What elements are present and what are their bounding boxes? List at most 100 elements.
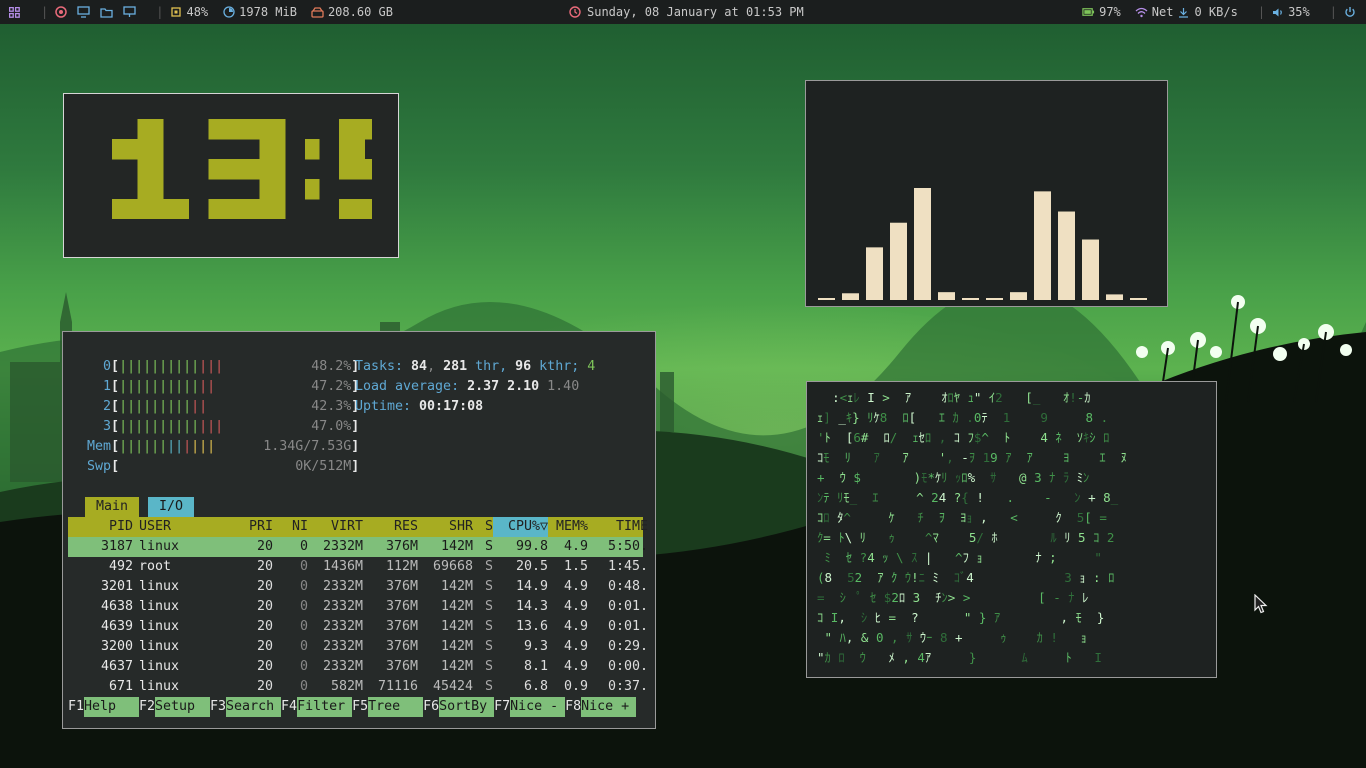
- process-mem: 4.9: [563, 579, 588, 594]
- fkey-sortby-button[interactable]: F6SortBy: [423, 697, 495, 717]
- cpu-meter-value: 42.3%: [311, 399, 352, 414]
- process-s: S: [484, 559, 493, 574]
- fkey-tree-button[interactable]: F5Tree: [352, 697, 424, 717]
- htop-terminal[interactable]: 0[||||||||||||| 48.2%] 1[|||||||||||| 47…: [62, 331, 656, 729]
- process-virt: 2332M: [322, 579, 363, 594]
- tab-main[interactable]: Main: [85, 497, 139, 517]
- fkey-filter-button[interactable]: F4Filter: [281, 697, 353, 717]
- display-icon: [123, 6, 136, 19]
- fkey-key: F7: [494, 699, 511, 714]
- datetime-value: Sunday, 08 January at 01:53 PM: [587, 5, 804, 19]
- swap-meter-value: 0K/512M: [295, 459, 352, 474]
- fkey-key: F2: [139, 699, 156, 714]
- load-5: 2.10: [507, 379, 540, 394]
- folder-icon: [100, 6, 113, 19]
- load-1: 2.37: [467, 379, 500, 394]
- fkey-nice-button[interactable]: F8Nice +: [565, 697, 637, 717]
- cpu-meter-label: 0: [103, 359, 112, 374]
- fkey-search-button[interactable]: F3Search: [210, 697, 282, 717]
- matrix-row: ﾐ ｾ ?4 ｯ \ ｽ | ^ﾌ ｮ ﾅ ; ": [824, 550, 1102, 565]
- power-icon: [1343, 6, 1356, 19]
- process-row[interactable]: 671 linux 20 0 582M 71116 45424 S 6.8 0.9 0:37.: [68, 677, 648, 697]
- process-cpu: 20.5: [515, 559, 548, 574]
- volume-indicator[interactable]: 35%: [1271, 5, 1310, 19]
- network-indicator[interactable]: Net 0 KB/s: [1135, 5, 1238, 19]
- process-ni: 0: [299, 659, 308, 674]
- visualizer-bar: [986, 298, 1003, 300]
- fkey-label: Search: [226, 697, 282, 717]
- process-pid: 671: [108, 679, 133, 694]
- process-user: root: [139, 559, 172, 574]
- column-header: CPU%▽: [493, 517, 548, 537]
- process-ni: 0: [299, 579, 308, 594]
- process-time: 1:45.: [607, 559, 648, 574]
- apps-button[interactable]: [8, 6, 21, 19]
- github-button[interactable]: [54, 6, 67, 19]
- process-row[interactable]: 3200 linux 20 0 2332M 376M 142M S 9.3 4.9 0:29.: [68, 637, 648, 657]
- process-row[interactable]: 3201 linux 20 0 2332M 376M 142M S 14.9 4.9 0:48.: [68, 577, 648, 597]
- fkey-setup-button[interactable]: F2Setup: [139, 697, 211, 717]
- process-time: 5:50.: [607, 539, 648, 554]
- datetime-indicator[interactable]: Sunday, 08 January at 01:53 PM: [568, 0, 804, 24]
- process-pri: 20: [256, 659, 273, 674]
- process-shr: 142M: [440, 639, 473, 654]
- load-label: Load average:: [355, 379, 468, 394]
- fkey-help-button[interactable]: F1Help: [68, 697, 140, 717]
- uptime-label: Uptime:: [355, 399, 420, 414]
- column-header: PID: [108, 519, 133, 534]
- process-row[interactable]: 4639 linux 20 0 2332M 376M 142M S 13.6 4.9 0:01.: [68, 617, 648, 637]
- process-user: linux: [139, 599, 180, 614]
- cpu-indicator: 48%: [169, 5, 208, 19]
- clock-char: [305, 139, 320, 200]
- files-button[interactable]: [100, 6, 113, 19]
- disk-icon: [311, 6, 324, 19]
- tab-io[interactable]: I/O: [148, 497, 194, 517]
- process-pid: 3201: [100, 579, 133, 594]
- column-header: NI: [291, 519, 308, 534]
- process-row[interactable]: 492 root 20 0 1436M 112M 69668 S 20.5 1.5 1:45.: [68, 557, 648, 577]
- process-table-header[interactable]: PID USER PRI NI VIRT RES SHR S CPU%▽ MEM% TIME: [68, 517, 648, 537]
- volume-value: 35%: [1288, 5, 1310, 19]
- audio-visualizer: [805, 80, 1168, 307]
- process-user: linux: [139, 659, 180, 674]
- matrix-row: "ｶ ﾛ ｳ ﾒ , 4ｱ } ﾑ ﾄ I: [817, 650, 1102, 665]
- mouse-cursor-icon: [1254, 594, 1268, 614]
- process-cpu: 14.9: [515, 579, 548, 594]
- process-mem: 4.9: [563, 599, 588, 614]
- process-user: linux: [139, 639, 180, 654]
- power-button[interactable]: [1343, 6, 1356, 19]
- process-shr: 142M: [440, 579, 473, 594]
- process-row[interactable]: 3187 linux 20 0 2332M 376M 142M S 99.8 4.9 5:50.: [68, 537, 648, 557]
- display-button[interactable]: [123, 6, 136, 19]
- memory-meter-bar: ||||||: [119, 439, 168, 454]
- process-pid: 3200: [100, 639, 133, 654]
- process-shr: 142M: [440, 539, 473, 554]
- process-virt: 1436M: [322, 559, 363, 574]
- process-row[interactable]: 4638 linux 20 0 2332M 376M 142M S 14.3 4.9 0:01.: [68, 597, 648, 617]
- memory-indicator: 1978 MiB: [222, 5, 297, 19]
- matrix-row: ｺ I, ｼ ﾋ = ? " } ｱ , ﾓ }: [817, 610, 1105, 625]
- matrix-row: 'ﾄ [6# ﾛ/ ｪｾﾛ , ｺ ﾌ$^ ﾄ 4 ﾈ ｿｷｼ ﾛ: [817, 430, 1110, 445]
- matrix-row: ｺﾓ ﾘ ｱ ｱ ', -ｦ 19 ｱ ｱ ﾖ ｴ ﾇ: [817, 450, 1127, 465]
- cpu-meter-bar: |||||||||: [119, 399, 192, 414]
- matrix-row: :<ｪﾚ I > ｱ ｵﾛﾔ ｭ" ｲ2 [_ ｵ!-ｶ: [832, 390, 1091, 405]
- fkey-key: F4: [281, 699, 298, 714]
- load-average: Load average: 2.37 2.10 1.40: [355, 377, 579, 397]
- process-row[interactable]: 4637 linux 20 0 2332M 376M 142M S 8.1 4.9 0:00.: [68, 657, 648, 677]
- fkey-nice-button[interactable]: F7Nice -: [494, 697, 566, 717]
- battery-value: 97%: [1099, 5, 1121, 19]
- process-res: 376M: [385, 579, 418, 594]
- process-time: 0:01.: [607, 619, 648, 634]
- fkey-label: Nice -: [510, 697, 566, 717]
- matrix-terminal[interactable]: :<ｪﾚ I > ｱ ｵﾛﾔ ｭ" ｲ2 [_ ｵ!-ｶ ｪ] _ｷ} ﾘｹ8 ﾛ…: [806, 381, 1217, 678]
- process-cpu: 9.3: [523, 639, 548, 654]
- memory-meter-label: Mem: [87, 439, 112, 454]
- visualizer-bar: [1130, 298, 1147, 300]
- network-label: Net: [1151, 5, 1174, 19]
- process-pri: 20: [256, 599, 273, 614]
- process-virt: 582M: [330, 679, 363, 694]
- battery-indicator[interactable]: 97%: [1082, 5, 1121, 19]
- terminal-button[interactable]: [77, 6, 90, 19]
- process-s: S: [484, 639, 493, 654]
- process-s: S: [484, 599, 493, 614]
